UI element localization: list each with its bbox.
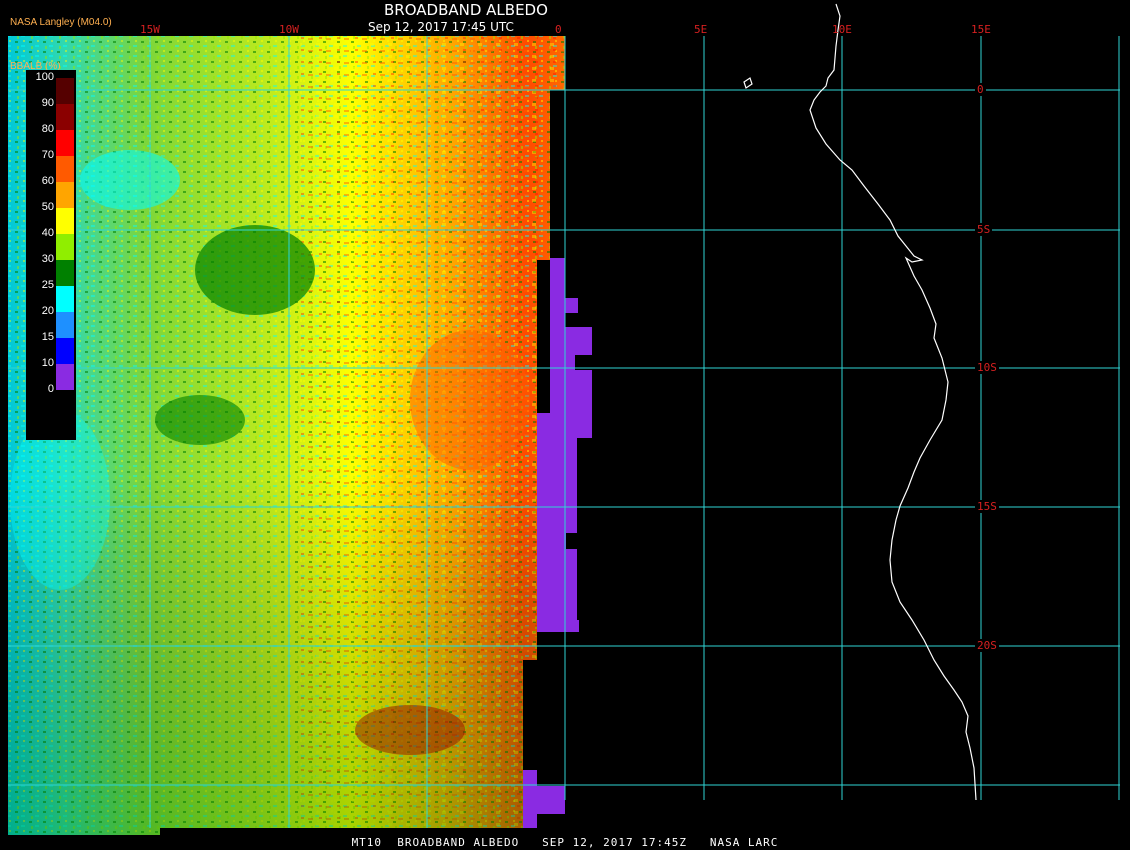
- colorbar-tick-label: 15: [41, 331, 54, 343]
- albedo-field: [8, 36, 565, 835]
- longitude-label: 10E: [832, 23, 852, 36]
- colorbar-legend: 100 90 80 70 60 50 40 30 25 20 15 10 0: [26, 70, 76, 440]
- colorbar-swatch: [56, 312, 74, 338]
- colorbar-swatch: [56, 104, 74, 130]
- latitude-label: 0: [975, 83, 986, 96]
- colorbar-tick-label: 80: [41, 123, 54, 135]
- colorbar-tick-label: 40: [41, 227, 54, 239]
- colorbar-tick-label: 60: [41, 175, 54, 187]
- colorbar-tick-label: 20: [41, 305, 54, 317]
- longitude-label: 0: [555, 23, 562, 36]
- colorbar-tick-label: 0: [47, 383, 54, 395]
- latitude-label: 10S: [975, 361, 999, 374]
- coastline: [743, 3, 977, 801]
- longitude-label: 5E: [694, 23, 708, 36]
- latitude-label: 5S: [975, 223, 993, 236]
- colorbar-tick-label: 30: [41, 253, 54, 265]
- longitude-label: 15E: [971, 23, 991, 36]
- colorbar-swatch: [56, 260, 74, 286]
- colorbar-swatch: [56, 286, 74, 312]
- albedo-map-svg: [8, 3, 1120, 835]
- colorbar-swatch: [56, 182, 74, 208]
- satellite-map: BROADBAND ALBEDO Sep 12, 2017 17:45 UTC …: [0, 0, 1130, 850]
- colorbar-swatch: [56, 234, 74, 260]
- latitude-label: 20S: [975, 639, 999, 652]
- colorbar-tick-label: 70: [41, 149, 54, 161]
- colorbar-tick-label: 100: [35, 71, 54, 83]
- colorbar-swatch: [56, 338, 74, 364]
- colorbar-swatch: [56, 208, 74, 234]
- map-timestamp: Sep 12, 2017 17:45 UTC: [368, 20, 514, 34]
- colorbar-swatch: [56, 364, 74, 390]
- colorbar-tick-label: 90: [41, 97, 54, 109]
- longitude-label: 10W: [279, 23, 299, 36]
- colorbar-tick-label: 25: [41, 279, 54, 291]
- latitude-label: 15S: [975, 500, 999, 513]
- agency-label: NASA Langley (M04.0): [10, 17, 112, 28]
- colorbar-tick-label: 50: [41, 201, 54, 213]
- colorbar-tick-label: 10: [41, 357, 54, 369]
- colorbar-swatch: [56, 156, 74, 182]
- footer-caption: MT10 BROADBAND ALBEDO SEP 12, 2017 17:45…: [351, 836, 779, 849]
- colorbar-swatch: [56, 130, 74, 156]
- colorbar-swatch: [56, 78, 74, 104]
- longitude-label: 15W: [140, 23, 160, 36]
- map-title: BROADBAND ALBEDO: [384, 1, 548, 19]
